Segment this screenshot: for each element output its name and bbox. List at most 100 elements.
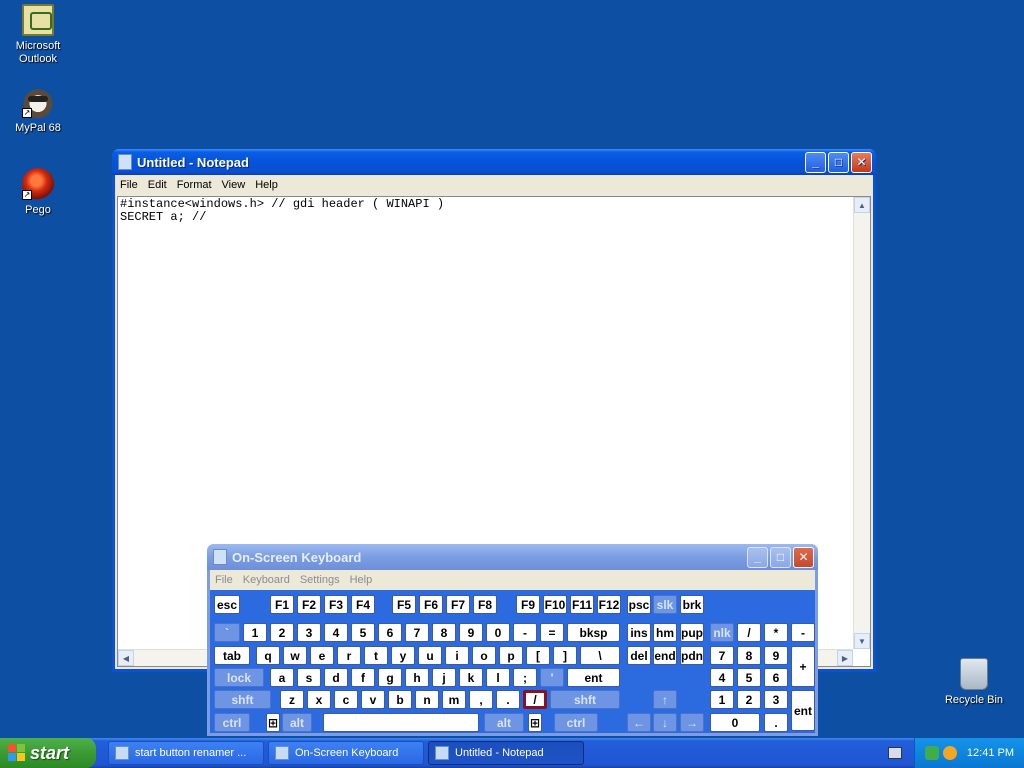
key-num-6[interactable]: 6: [378, 623, 402, 642]
key-space-3[interactable]: alt: [484, 713, 524, 732]
menu-edit[interactable]: Edit: [143, 179, 172, 191]
key-home-8[interactable]: k: [459, 668, 483, 687]
key-home-13[interactable]: 4: [710, 668, 734, 687]
key-top-6[interactable]: y: [391, 646, 415, 665]
key-num-3[interactable]: 3: [297, 623, 321, 642]
close-button[interactable]: ✕: [851, 151, 872, 173]
key-fn-5[interactable]: F5: [392, 595, 416, 614]
key-top-18[interactable]: 8: [737, 646, 761, 665]
key-top-1[interactable]: q: [256, 646, 280, 665]
menu-view[interactable]: View: [217, 179, 251, 191]
key-top-14[interactable]: del: [627, 646, 651, 665]
key-fn-10[interactable]: F10: [543, 595, 567, 614]
key-top-11[interactable]: [: [526, 646, 550, 665]
key-top-2[interactable]: w: [283, 646, 307, 665]
key-space-9[interactable]: .: [764, 713, 788, 732]
key-home-12[interactable]: ent: [567, 668, 620, 687]
maximize-button[interactable]: □: [828, 151, 849, 173]
key-num-5[interactable]: 5: [351, 623, 375, 642]
key-top-0[interactable]: tab: [214, 646, 250, 665]
key-fn-0[interactable]: esc: [214, 595, 240, 614]
taskbar-button-osk[interactable]: On-Screen Keyboard: [268, 741, 424, 765]
key-num-4[interactable]: 4: [324, 623, 348, 642]
key-bottom-6[interactable]: n: [415, 690, 439, 709]
key-bottom-11[interactable]: shft: [550, 690, 620, 709]
key-bottom-7[interactable]: m: [442, 690, 466, 709]
scroll-left-icon[interactable]: ◀: [118, 650, 134, 666]
key-home-11[interactable]: ': [540, 668, 564, 687]
vertical-scrollbar[interactable]: ▲ ▼: [853, 197, 870, 649]
key-top-5[interactable]: t: [364, 646, 388, 665]
maximize-button[interactable]: □: [770, 546, 791, 568]
scroll-up-icon[interactable]: ▲: [854, 197, 870, 213]
key-home-3[interactable]: d: [324, 668, 348, 687]
taskbar-button-notepad[interactable]: Untitled - Notepad: [428, 741, 584, 765]
key-fn-8[interactable]: F8: [473, 595, 497, 614]
key-home-5[interactable]: g: [378, 668, 402, 687]
menu-settings[interactable]: Settings: [295, 574, 345, 586]
key-fn-2[interactable]: F2: [297, 595, 321, 614]
key-fn-1[interactable]: F1: [270, 595, 294, 614]
key-space-0[interactable]: ctrl: [214, 713, 250, 732]
key-space-5[interactable]: ←: [627, 713, 651, 732]
key-fn-15[interactable]: brk: [680, 595, 704, 614]
key-fn-14[interactable]: slk: [653, 595, 677, 614]
key-num-0[interactable]: `: [214, 623, 240, 642]
key-bottom-0[interactable]: shft: [214, 690, 271, 709]
key-fn-11[interactable]: F11: [570, 595, 594, 614]
taskbar-button-renamer[interactable]: start button renamer ...: [108, 741, 264, 765]
key-num-20[interactable]: -: [791, 623, 815, 642]
key-bottom-8[interactable]: ,: [469, 690, 493, 709]
key-num-12[interactable]: =: [540, 623, 564, 642]
key-bottom-16[interactable]: ent: [791, 690, 815, 731]
key-space-1[interactable]: alt: [282, 713, 312, 732]
windows-key-left[interactable]: ⊞: [266, 713, 280, 732]
minimize-button[interactable]: _: [747, 546, 768, 568]
desktop-icon-pego[interactable]: ↗ Pego: [0, 168, 76, 217]
notepad-titlebar[interactable]: Untitled - Notepad _ □ ✕: [112, 149, 876, 175]
key-top-9[interactable]: o: [472, 646, 496, 665]
key-top-17[interactable]: 7: [710, 646, 734, 665]
menu-help[interactable]: Help: [345, 574, 378, 586]
key-fn-13[interactable]: psc: [627, 595, 651, 614]
menu-file[interactable]: File: [210, 574, 238, 586]
key-space-4[interactable]: ctrl: [554, 713, 598, 732]
key-fn-9[interactable]: F9: [516, 595, 540, 614]
key-fn-6[interactable]: F6: [419, 595, 443, 614]
key-num-17[interactable]: nlk: [710, 623, 734, 642]
key-num-1[interactable]: 1: [243, 623, 267, 642]
key-top-13[interactable]: \: [580, 646, 620, 665]
key-fn-3[interactable]: F3: [324, 595, 348, 614]
key-space-2[interactable]: [323, 713, 479, 732]
key-top-19[interactable]: 9: [764, 646, 788, 665]
scroll-down-icon[interactable]: ▼: [854, 633, 870, 649]
menu-keyboard[interactable]: Keyboard: [238, 574, 295, 586]
key-top-4[interactable]: r: [337, 646, 361, 665]
key-top-15[interactable]: end: [653, 646, 677, 665]
key-bottom-14[interactable]: 2: [737, 690, 761, 709]
key-top-7[interactable]: u: [418, 646, 442, 665]
key-num-16[interactable]: pup: [680, 623, 704, 642]
key-bottom-15[interactable]: 3: [764, 690, 788, 709]
key-num-7[interactable]: 7: [405, 623, 429, 642]
key-fn-12[interactable]: F12: [597, 595, 621, 614]
key-bottom-5[interactable]: b: [388, 690, 412, 709]
osk-titlebar[interactable]: On-Screen Keyboard _ □ ✕: [207, 544, 818, 570]
key-space-6[interactable]: ↓: [653, 713, 677, 732]
key-home-1[interactable]: a: [270, 668, 294, 687]
minimize-button[interactable]: _: [805, 151, 826, 173]
clock[interactable]: 12:41 PM: [967, 747, 1014, 759]
key-bottom-4[interactable]: v: [361, 690, 385, 709]
key-home-0[interactable]: lock: [214, 668, 264, 687]
key-num-2[interactable]: 2: [270, 623, 294, 642]
key-bottom-13[interactable]: 1: [710, 690, 734, 709]
key-home-9[interactable]: l: [486, 668, 510, 687]
key-space-7[interactable]: →: [680, 713, 704, 732]
key-home-7[interactable]: j: [432, 668, 456, 687]
key-home-2[interactable]: s: [297, 668, 321, 687]
key-num-13[interactable]: bksp: [567, 623, 620, 642]
key-top-16[interactable]: pdn: [680, 646, 704, 665]
key-top-10[interactable]: p: [499, 646, 523, 665]
windows-key-right[interactable]: ⊞: [528, 713, 542, 732]
network-icon[interactable]: [924, 746, 939, 760]
